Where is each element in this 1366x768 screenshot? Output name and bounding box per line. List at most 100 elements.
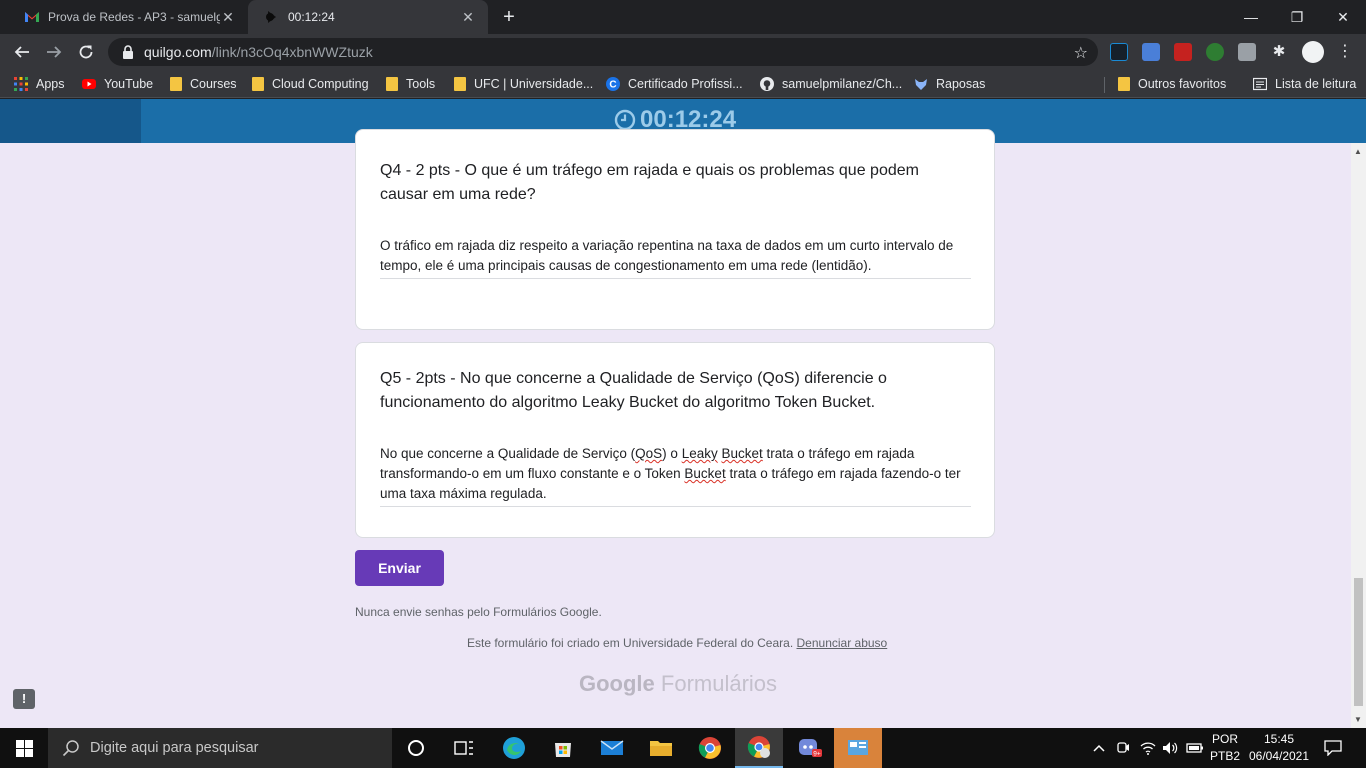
bookmark-courses[interactable]: Courses (170, 75, 237, 93)
pdf-extension-icon[interactable] (1174, 43, 1192, 61)
svg-text:C: C (609, 80, 616, 91)
mail-icon (600, 740, 624, 755)
taskbar-file-explorer[interactable] (637, 728, 685, 768)
report-abuse-link[interactable]: Denunciar abuso (797, 636, 888, 650)
close-window-button[interactable]: ✕ (1320, 0, 1366, 34)
colorful-extension-icon[interactable] (1206, 43, 1224, 61)
extension-n-icon[interactable] (1110, 43, 1128, 61)
quilgo-icon (264, 9, 280, 25)
bookmark-apps[interactable]: Apps (14, 75, 65, 93)
submit-button[interactable]: Enviar (355, 550, 444, 586)
tray-overflow-chevron-icon[interactable] (1090, 728, 1108, 768)
timer-bar-left-block (0, 99, 141, 143)
taskbar-edge[interactable] (490, 728, 538, 768)
notifications-icon[interactable] (1318, 728, 1348, 768)
scrollbar-thumb[interactable] (1354, 578, 1363, 706)
tab-gmail[interactable]: Prova de Redes - AP3 - samuelgr ✕ (8, 0, 248, 34)
profile-avatar[interactable] (1302, 41, 1324, 63)
clock-icon (614, 109, 636, 131)
system-clock[interactable]: 15:45 06/04/2021 (1248, 731, 1310, 765)
taskbar-store[interactable] (539, 728, 587, 768)
restore-button[interactable]: ❐ (1274, 0, 1320, 34)
bookmark-label: Tools (406, 77, 436, 91)
page-viewport: 00:12:24 Q4 - 2 pts - O que é um tráfego… (0, 99, 1366, 728)
created-text: Este formulário foi criado em Universida… (467, 636, 794, 650)
taskbar-search-box[interactable]: Digite aqui para pesquisar (48, 728, 392, 768)
bookmark-reading-list[interactable]: Lista de leitura (1253, 75, 1356, 93)
tab-quilgo[interactable]: 00:12:24 ✕ (248, 0, 488, 34)
bookmark-certificado[interactable]: C Certificado Profissi... (606, 75, 743, 93)
task-view-icon (454, 741, 473, 755)
volume-icon[interactable] (1160, 728, 1180, 768)
bookmark-label: Cloud Computing (272, 77, 369, 91)
bookmark-outros-favoritos[interactable]: Outros favoritos (1118, 75, 1226, 93)
taskbar-mail[interactable] (588, 728, 636, 768)
google-forms-logo[interactable]: Google Formulários (579, 671, 777, 697)
question-card-q4: Q4 - 2 pts - O que é um tráfego em rajad… (355, 129, 995, 330)
bookmark-cloud-computing[interactable]: Cloud Computing (252, 75, 369, 93)
folder-icon (454, 77, 466, 91)
task-view-button[interactable] (440, 728, 488, 768)
misspelled-word: Bucket (721, 446, 763, 461)
back-button[interactable] (10, 40, 34, 64)
misspelled-word: Leaky (681, 446, 718, 461)
reload-button[interactable] (74, 40, 98, 64)
bookmark-github[interactable]: samuelpmilanez/Ch... (760, 75, 902, 93)
search-placeholder: Digite aqui para pesquisar (90, 740, 259, 756)
minimize-button[interactable]: — (1228, 0, 1274, 34)
close-tab-icon[interactable]: ✕ (220, 9, 236, 25)
bookmarks-separator (1104, 77, 1105, 93)
svg-text:9+: 9+ (813, 751, 821, 758)
bookmark-tools[interactable]: Tools (386, 75, 435, 93)
reading-list-icon (1253, 77, 1267, 91)
taskbar-discord[interactable]: 9+ (786, 728, 834, 768)
taskbar-chrome[interactable] (686, 728, 734, 768)
folder-icon (1118, 77, 1130, 91)
bookmark-label: samuelpmilanez/Ch... (782, 77, 903, 91)
input-language-indicator[interactable]: POR PTB2 (1210, 731, 1240, 765)
google-wordmark: Google (579, 671, 655, 696)
url-host: quilgo.com (144, 44, 212, 60)
clock-time: 15:45 (1263, 732, 1295, 746)
forward-button[interactable] (42, 40, 66, 64)
bookmark-star-icon[interactable]: ☆ (1074, 43, 1088, 63)
grey-extension-icon[interactable] (1238, 43, 1256, 61)
scroll-down-arrow-icon[interactable]: ▼ (1354, 715, 1362, 724)
answer-textarea[interactable]: O tráfico em rajada diz respeito a varia… (380, 236, 971, 279)
extensions-puzzle-icon[interactable]: ✱ (1270, 43, 1288, 61)
translate-extension-icon[interactable] (1142, 43, 1160, 61)
bookmark-raposas[interactable]: Raposas (914, 75, 985, 93)
meet-now-icon[interactable] (1114, 728, 1132, 768)
windows-logo-icon (15, 739, 33, 757)
tab-strip: Prova de Redes - AP3 - samuelgr ✕ 00:12:… (0, 0, 1366, 34)
youtube-icon (82, 79, 96, 89)
menu-dots-icon[interactable]: ⋮ (1336, 43, 1354, 61)
bookmark-label: Outros favoritos (1138, 77, 1227, 91)
password-warning: Nunca envie senhas pelo Formulários Goog… (355, 605, 602, 619)
page-scrollbar[interactable]: ▲ ▼ (1351, 143, 1366, 728)
folder-icon (170, 77, 182, 91)
apps-grid-icon (14, 77, 28, 91)
wifi-icon[interactable] (1138, 728, 1158, 768)
chrome-icon (698, 737, 721, 759)
question-title: Q5 - 2pts - No que concerne a Qualidade … (380, 370, 887, 411)
new-tab-button[interactable]: + (498, 6, 520, 28)
bookmarks-bar: Apps YouTube Courses Cloud Computing Too… (0, 70, 1366, 98)
forms-wordmark: Formulários (660, 671, 778, 696)
taskbar-control-panel[interactable] (834, 728, 882, 768)
bookmark-ufc[interactable]: UFC | Universidade... (454, 75, 593, 93)
cortana-button[interactable] (392, 728, 440, 768)
battery-icon[interactable] (1184, 728, 1206, 768)
question-title: Q4 - 2 pts - O que é um tráfego em rajad… (380, 162, 919, 203)
windows-taskbar: Digite aqui para pesquisar 9+ POR PTB2 1… (0, 728, 1366, 768)
start-button[interactable] (0, 728, 48, 768)
answer-text: No que concerne a Qualidade de Serviço ( (380, 446, 636, 461)
scroll-up-arrow-icon[interactable]: ▲ (1354, 147, 1362, 156)
address-bar[interactable]: quilgo.com/link/n3cOq4xbnWWZtuzk ☆ (108, 38, 1098, 66)
close-tab-icon[interactable]: ✕ (460, 9, 476, 25)
feedback-icon[interactable]: ! (13, 689, 35, 709)
taskbar-chrome-profile[interactable] (735, 728, 783, 768)
bookmark-label: YouTube (104, 77, 154, 91)
answer-textarea[interactable]: No que concerne a Qualidade de Serviço (… (380, 444, 971, 507)
bookmark-youtube[interactable]: YouTube (82, 75, 153, 93)
